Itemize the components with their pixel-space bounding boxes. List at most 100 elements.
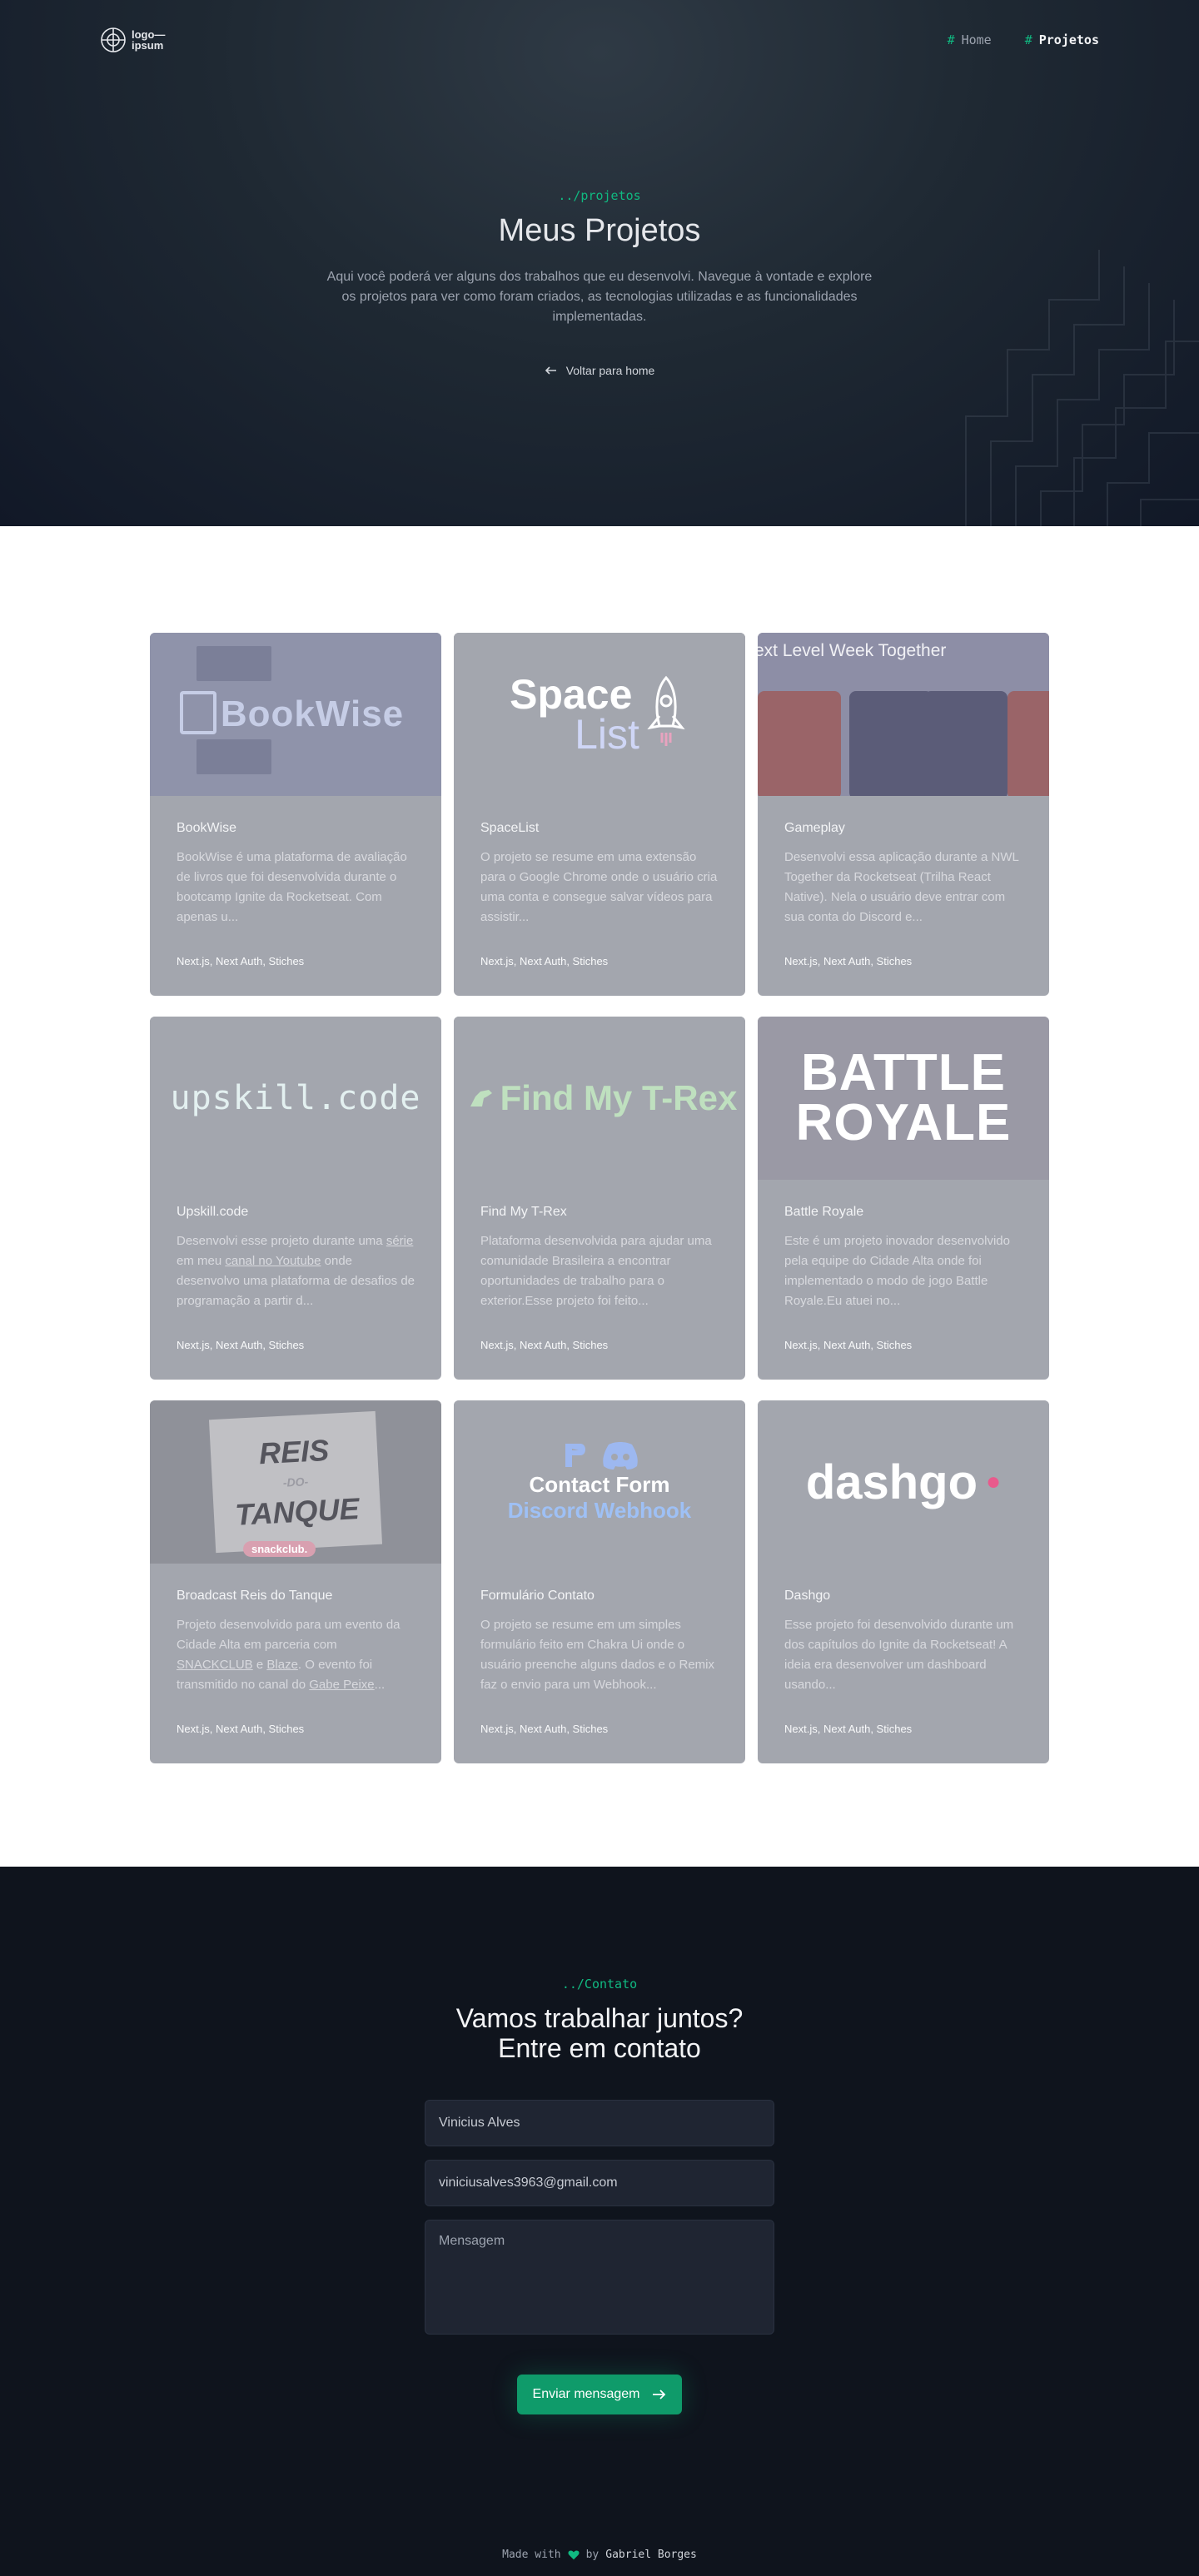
- contact-breadcrumb: ../Contato: [561, 1977, 638, 1992]
- hash-icon: #: [1024, 32, 1032, 47]
- arrow-right-icon: [653, 2390, 666, 2399]
- nav-link-home-label: Home: [961, 32, 992, 47]
- card-body: Broadcast Reis do Tanque Projeto desenvo…: [150, 1564, 441, 1763]
- desc-text: Desenvolvi esse projeto durante uma: [177, 1234, 386, 1248]
- card-description: Projeto desenvolvido para um evento da C…: [177, 1615, 415, 1695]
- phone-screenshot: [924, 691, 1007, 796]
- heart-icon: [568, 2549, 580, 2559]
- card-description: O projeto se resume em uma extensão para…: [480, 850, 718, 924]
- serie-link[interactable]: série: [386, 1234, 414, 1248]
- thumbnail-logo-text: Space List: [510, 674, 639, 758]
- globe-logo-icon: [101, 27, 126, 52]
- screenshot-strip: [197, 646, 271, 681]
- remix-icon: [565, 1444, 585, 1467]
- card-title: Broadcast Reis do Tanque: [177, 1589, 333, 1603]
- thumbnail-logo-text: upskill.code: [170, 1079, 421, 1117]
- snackclub-link[interactable]: SNACKCLUB: [177, 1658, 253, 1672]
- card-tags: Next.js, Next Auth, Stiches: [177, 1723, 305, 1735]
- card-tags: Next.js, Next Auth, Stiches: [784, 1723, 913, 1735]
- card-title: Battle Royale: [784, 1205, 864, 1219]
- arrow-left-icon: [545, 366, 556, 375]
- project-card-formulario-contato[interactable]: Contact Form Discord Webhook Formulário …: [454, 1400, 745, 1763]
- card-title: Formulário Contato: [480, 1589, 595, 1603]
- card-title: Dashgo: [784, 1589, 831, 1603]
- email-field[interactable]: [425, 2160, 774, 2206]
- contact-section: ../Contato Vamos trabalhar juntos? Entre…: [0, 1867, 1199, 2576]
- poster-word-tanque: TANQUE: [234, 1491, 361, 1532]
- project-thumbnail: REIS -DO- TANQUE snackclub.: [150, 1400, 441, 1564]
- footer-by: by: [585, 2549, 600, 2561]
- discord-icon: [603, 1442, 638, 1470]
- phone-screenshot: [758, 691, 841, 796]
- thumbnail-line-1: Contact Form: [529, 1472, 670, 1497]
- poster-word-do: -DO-: [282, 1474, 309, 1489]
- project-card-spacelist[interactable]: Space List SpaceList O projeto se resume…: [454, 633, 745, 996]
- card-body: BookWise BookWise é uma plataforma de av…: [150, 796, 441, 996]
- card-description: BookWise é uma plataforma de avaliação d…: [177, 850, 407, 924]
- card-tags: Next.js, Next Auth, Stiches: [177, 955, 305, 967]
- card-tags: Next.js, Next Auth, Stiches: [480, 1339, 609, 1351]
- card-tags: Next.js, Next Auth, Stiches: [480, 955, 609, 967]
- project-thumbnail: ext Level Week Together: [758, 633, 1049, 796]
- trex-icon: [470, 1090, 492, 1106]
- card-description: Plataforma desenvolvida para ajudar uma …: [480, 1234, 712, 1308]
- desc-text: e: [252, 1658, 267, 1672]
- card-title: SpaceList: [480, 821, 540, 835]
- hero-description: Aqui você poderá ver alguns dos trabalho…: [326, 270, 873, 324]
- send-message-button[interactable]: Enviar mensagem: [517, 2375, 682, 2414]
- hash-icon: #: [947, 32, 955, 47]
- hero-content: ../projetos Meus Projetos Aqui você pode…: [0, 188, 1199, 381]
- phone-screenshot: [1007, 691, 1049, 796]
- project-thumbnail: Space List: [454, 633, 745, 796]
- blaze-link[interactable]: Blaze: [266, 1658, 298, 1672]
- nav-link-home[interactable]: # Home: [948, 32, 992, 47]
- projects-section: BookWise BookWise BookWise é uma platafo…: [0, 526, 1199, 1867]
- thumbnail-word-battle: BATTLE: [801, 1044, 1006, 1102]
- card-body: Upskill.code Desenvolvi esse projeto dur…: [150, 1180, 441, 1380]
- thumbnail-word-royale: ROYALE: [795, 1094, 1012, 1151]
- sponsor-badge: snackclub.: [243, 1541, 316, 1557]
- card-body: Battle Royale Este é um projeto inovador…: [758, 1180, 1049, 1380]
- project-thumbnail: Find My T-Rex: [454, 1017, 745, 1180]
- thumbnail-logo-text: Find My T-Rex: [500, 1078, 738, 1117]
- name-field[interactable]: [425, 2100, 774, 2146]
- back-home-link[interactable]: Voltar para home: [545, 364, 654, 377]
- thumbnail-logo-text: BookWise: [220, 694, 405, 734]
- card-body: Formulário Contato O projeto se resume e…: [454, 1564, 745, 1763]
- thumbnail-line-2: Discord Webhook: [507, 1498, 692, 1523]
- logo-text: logo— ipsum: [132, 29, 165, 51]
- card-title: Gameplay: [784, 821, 845, 835]
- project-card-bookwise[interactable]: BookWise BookWise BookWise é uma platafo…: [150, 633, 441, 996]
- project-card-dashgo[interactable]: dashgo ● Dashgo Esse projeto foi desenvo…: [758, 1400, 1049, 1763]
- project-card-gameplay[interactable]: ext Level Week Together Gameplay Desenvo…: [758, 633, 1049, 996]
- top-nav: logo— ipsum # Home # Projetos: [0, 0, 1199, 80]
- project-card-battle-royale[interactable]: BATTLE ROYALE Battle Royale Este é um pr…: [758, 1017, 1049, 1380]
- card-description: Este é um projeto inovador desenvolvido …: [784, 1234, 1010, 1308]
- projects-grid: BookWise BookWise BookWise é uma platafo…: [150, 633, 1049, 1763]
- contact-title-line-1: Vamos trabalhar juntos?: [455, 2003, 744, 2033]
- project-card-find-my-trex[interactable]: Find My T-Rex Find My T-Rex Plataforma d…: [454, 1017, 745, 1380]
- thumbnail-icons: [560, 1440, 639, 1470]
- gabe-peixe-link[interactable]: Gabe Peixe: [309, 1678, 374, 1692]
- nav-link-projetos[interactable]: # Projetos: [1025, 32, 1099, 47]
- project-thumbnail: BATTLE ROYALE: [758, 1017, 1049, 1180]
- footer: Made with by Gabriel Borges: [0, 2549, 1199, 2561]
- hero-breadcrumb: ../projetos: [558, 188, 641, 203]
- youtube-channel-link[interactable]: canal no Youtube: [225, 1254, 321, 1268]
- project-thumbnail: dashgo ●: [758, 1400, 1049, 1564]
- card-body: Find My T-Rex Plataforma desenvolvida pa…: [454, 1180, 745, 1380]
- dot-icon: ●: [986, 1468, 1002, 1495]
- footer-made-with: Made with: [502, 2549, 561, 2561]
- thumbnail-word-list: List: [575, 711, 639, 758]
- message-field[interactable]: [425, 2220, 774, 2335]
- card-title: Find My T-Rex: [480, 1205, 567, 1219]
- footer-author: Gabriel Borges: [605, 2549, 697, 2561]
- logo[interactable]: logo— ipsum: [100, 27, 165, 53]
- project-card-reis-do-tanque[interactable]: REIS -DO- TANQUE snackclub. Broadcast Re…: [150, 1400, 441, 1763]
- rocket-icon: [647, 675, 685, 746]
- thumbnail-logo-text: dashgo: [805, 1455, 978, 1509]
- project-card-upskill[interactable]: upskill.code Upskill.code Desenvolvi ess…: [150, 1017, 441, 1380]
- logo-line-2: ipsum: [132, 39, 164, 52]
- card-body: Gameplay Desenvolvi essa aplicação duran…: [758, 796, 1049, 996]
- nav-link-projetos-label: Projetos: [1038, 32, 1099, 47]
